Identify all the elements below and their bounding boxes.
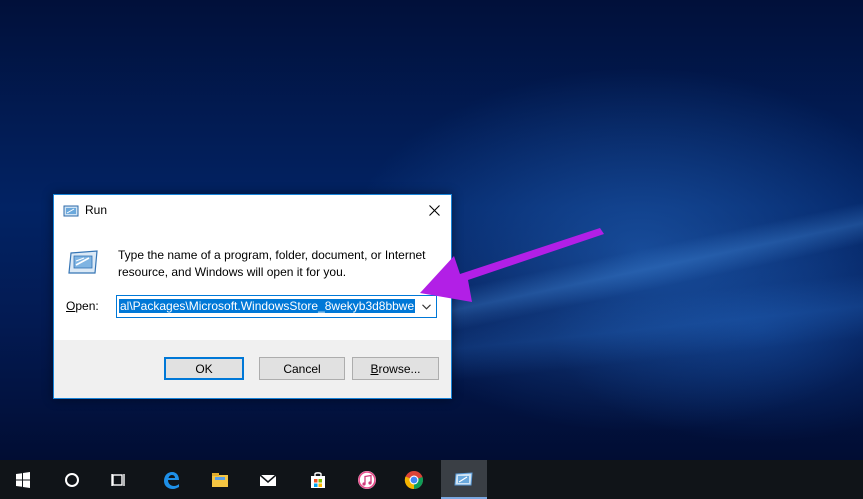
run-icon — [454, 471, 473, 485]
ok-button[interactable]: OK — [164, 357, 244, 380]
cortana-button[interactable] — [49, 460, 95, 499]
close-icon — [428, 204, 440, 216]
run-program-icon — [67, 249, 99, 275]
task-view-icon — [111, 473, 125, 486]
itunes-icon — [358, 470, 376, 489]
close-button[interactable] — [417, 195, 451, 225]
command-input[interactable]: al\Packages\Microsoft.WindowsStore_8weky… — [119, 298, 417, 315]
task-view-button[interactable] — [96, 460, 142, 499]
cortana-icon — [65, 472, 79, 487]
dialog-title: Run — [85, 203, 108, 217]
itunes-button[interactable] — [344, 460, 390, 499]
open-label-text: pen: — [75, 299, 99, 313]
dialog-button-area: OK Cancel Browse... — [54, 340, 451, 398]
chrome-icon — [404, 470, 424, 489]
start-icon — [16, 471, 30, 488]
browse-button[interactable]: Browse... — [352, 357, 439, 380]
edge-icon — [164, 471, 179, 489]
mail-button[interactable] — [245, 460, 291, 499]
store-icon — [311, 471, 325, 488]
command-input-selection: al\Packages\Microsoft.WindowsStore_8weky… — [119, 299, 416, 313]
open-combobox[interactable]: al\Packages\Microsoft.WindowsStore_8weky… — [116, 295, 437, 318]
start-button[interactable] — [0, 460, 46, 499]
run-dialog: Run Type the name of a program, folder, … — [53, 194, 452, 399]
cancel-button[interactable]: Cancel — [259, 357, 345, 380]
store-button[interactable] — [295, 460, 341, 499]
open-label-accelerator: O — [66, 299, 76, 313]
run-taskbar-button[interactable] — [441, 460, 487, 499]
file-explorer-button[interactable] — [197, 460, 243, 499]
browse-label: rowse... — [378, 361, 421, 376]
file-explorer-icon — [212, 472, 228, 487]
annotation-arrow — [420, 228, 604, 302]
open-label: Open: — [66, 299, 99, 313]
mail-icon — [259, 473, 277, 486]
chrome-button[interactable] — [391, 460, 437, 499]
taskbar — [0, 460, 863, 499]
dialog-titlebar[interactable]: Run — [54, 195, 451, 225]
run-icon — [63, 204, 79, 217]
dialog-description: Type the name of a program, folder, docu… — [118, 248, 426, 279]
edge-button[interactable] — [148, 460, 194, 499]
browse-accelerator: B — [370, 361, 379, 376]
